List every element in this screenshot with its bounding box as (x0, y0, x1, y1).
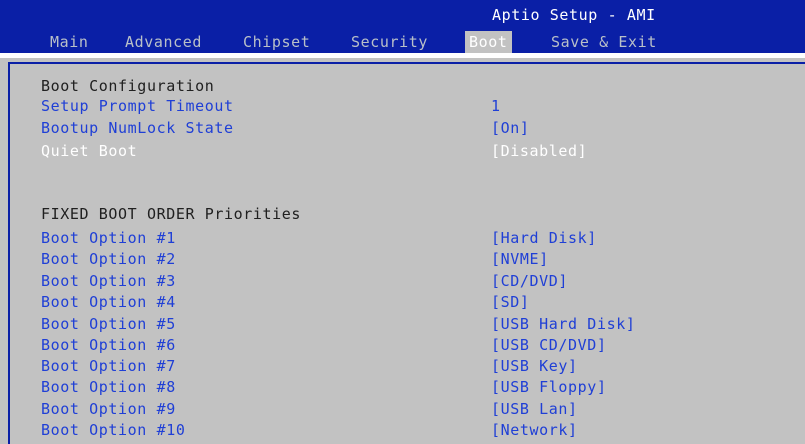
numlock-state-value[interactable]: [On] (491, 118, 530, 138)
boot-option-9-label[interactable]: Boot Option #9 (41, 399, 176, 419)
tab-chipset[interactable]: Chipset (243, 31, 310, 53)
boot-option-1-value[interactable]: [Hard Disk] (491, 228, 597, 248)
boot-option-6-value[interactable]: [USB CD/DVD] (491, 335, 607, 355)
setup-prompt-timeout-label[interactable]: Setup Prompt Timeout (41, 96, 234, 116)
boot-option-3-label[interactable]: Boot Option #3 (41, 271, 176, 291)
tab-boot[interactable]: Boot (465, 31, 512, 53)
boot-option-5-value[interactable]: [USB Hard Disk] (491, 314, 635, 334)
tab-security[interactable]: Security (351, 31, 428, 53)
boot-option-2-value[interactable]: [NVME] (491, 249, 549, 269)
boot-option-7-label[interactable]: Boot Option #7 (41, 356, 176, 376)
quiet-boot-label[interactable]: Quiet Boot (41, 141, 137, 161)
bios-screen: Aptio Setup - AMI Main Advanced Chipset … (0, 0, 805, 444)
boot-option-9-value[interactable]: [USB Lan] (491, 399, 578, 419)
numlock-state-label[interactable]: Bootup NumLock State (41, 118, 234, 138)
header-bar: Aptio Setup - AMI Main Advanced Chipset … (0, 0, 805, 54)
section-title-boot-configuration: Boot Configuration (41, 77, 215, 95)
boot-option-4-label[interactable]: Boot Option #4 (41, 292, 176, 312)
boot-option-2-label[interactable]: Boot Option #2 (41, 249, 176, 269)
tab-advanced[interactable]: Advanced (125, 31, 202, 53)
app-title: Aptio Setup - AMI (492, 6, 656, 24)
boot-option-4-value[interactable]: [SD] (491, 292, 530, 312)
content-panel: Boot Configuration Setup Prompt Timeout … (0, 58, 805, 444)
boot-option-6-label[interactable]: Boot Option #6 (41, 335, 176, 355)
boot-option-10-value[interactable]: [Network] (491, 420, 578, 440)
boot-option-5-label[interactable]: Boot Option #5 (41, 314, 176, 334)
boot-option-3-value[interactable]: [CD/DVD] (491, 271, 568, 291)
boot-option-1-label[interactable]: Boot Option #1 (41, 228, 176, 248)
tab-save-exit[interactable]: Save & Exit (551, 31, 657, 53)
boot-option-8-value[interactable]: [USB Floppy] (491, 377, 607, 397)
setup-prompt-timeout-value[interactable]: 1 (491, 96, 501, 116)
boot-option-10-label[interactable]: Boot Option #10 (41, 420, 185, 440)
boot-option-8-label[interactable]: Boot Option #8 (41, 377, 176, 397)
boot-option-7-value[interactable]: [USB Key] (491, 356, 578, 376)
tab-main[interactable]: Main (50, 31, 89, 53)
quiet-boot-value[interactable]: [Disabled] (491, 141, 587, 161)
tab-bar: Main Advanced Chipset Security Boot Save… (0, 31, 805, 53)
section-title-boot-order: FIXED BOOT ORDER Priorities (41, 205, 302, 223)
